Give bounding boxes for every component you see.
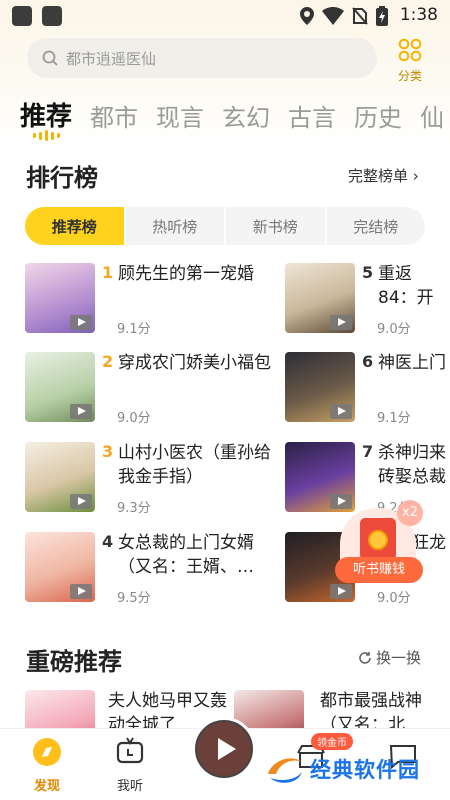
search-input[interactable]: 都市逍遥医仙 bbox=[27, 38, 377, 78]
search-placeholder: 都市逍遥医仙 bbox=[66, 49, 157, 68]
list-item[interactable]: 4 女总裁的上门女婿（又名：王婿、… 9.5分 bbox=[25, 532, 265, 612]
multiplier-badge: x2 bbox=[397, 500, 423, 526]
play-icon bbox=[70, 494, 92, 509]
tab-recommend[interactable]: 推荐 bbox=[20, 96, 72, 133]
audio-player-button[interactable] bbox=[192, 717, 256, 781]
rank-number: 3 bbox=[102, 442, 114, 461]
rank-number: 1 bbox=[102, 263, 114, 282]
listen-earn-label: 听书赚钱 bbox=[335, 557, 423, 583]
notification-icon bbox=[42, 6, 62, 26]
channel-tabs: 推荐 都市 现言 玄幻 古言 历史 仙 bbox=[20, 96, 444, 133]
ranking-title: 排行榜 bbox=[26, 164, 98, 192]
tab-history[interactable]: 历史 bbox=[354, 98, 402, 133]
ranking-subtabs: 推荐榜 热听榜 新书榜 完结榜 bbox=[25, 207, 425, 245]
play-icon bbox=[70, 584, 92, 599]
rank-number: 2 bbox=[102, 352, 114, 371]
tv-icon bbox=[116, 737, 144, 764]
list-item[interactable]: 6 神医上门 9.1分 bbox=[285, 352, 450, 432]
recommend-title: 重磅推荐 bbox=[26, 648, 122, 676]
rank-number: 6 bbox=[362, 352, 374, 371]
subtab-new[interactable]: 新书榜 bbox=[226, 207, 327, 245]
active-tab-indicator bbox=[33, 130, 60, 141]
subtab-complete[interactable]: 完结榜 bbox=[327, 207, 426, 245]
list-item[interactable]: 1 顾先生的第一宠婚 9.1分 bbox=[25, 263, 265, 343]
subtab-hot[interactable]: 热听榜 bbox=[126, 207, 226, 245]
nav-my-listening[interactable]: 我听 bbox=[100, 737, 160, 794]
play-icon bbox=[197, 722, 251, 776]
coin-icon bbox=[368, 530, 388, 550]
play-icon bbox=[70, 404, 92, 419]
play-icon bbox=[330, 315, 352, 330]
book-title: 山村小医农（重孙给我金手指） bbox=[118, 443, 271, 487]
book-title: 重返84：开始致富 bbox=[378, 264, 434, 308]
nav-discover[interactable]: 发现 bbox=[17, 737, 77, 794]
book-score: 9.0分 bbox=[377, 591, 411, 606]
tab-city[interactable]: 都市 bbox=[90, 98, 138, 133]
list-item[interactable]: 2 穿成农门娇美小福包 9.0分 bbox=[25, 352, 271, 432]
grid-icon bbox=[398, 38, 422, 62]
discover-icon bbox=[33, 738, 61, 766]
watermark: 经典软件园 bbox=[266, 752, 420, 786]
rank-number: 7 bbox=[362, 442, 374, 461]
book-title: 神医上门 bbox=[378, 353, 446, 373]
book-title: 穿成农门娇美小福包 bbox=[118, 353, 271, 373]
list-item[interactable]: 3 山村小医农（重孙给我金手指） 9.3分 bbox=[25, 442, 271, 522]
status-bar: 1:38 bbox=[0, 0, 450, 32]
tab-ancient-romance[interactable]: 古言 bbox=[288, 98, 336, 133]
notification-icon bbox=[12, 6, 32, 26]
clock: 1:38 bbox=[399, 5, 438, 25]
rank-number: 5 bbox=[362, 263, 374, 282]
book-title: 女总裁的上门女婿（又名：王婿、… bbox=[118, 533, 254, 577]
play-icon bbox=[330, 404, 352, 419]
chevron-right-icon: › bbox=[408, 167, 419, 185]
book-score: 9.0分 bbox=[117, 411, 151, 426]
book-score: 9.1分 bbox=[377, 411, 411, 426]
refresh-button[interactable]: 换一换 bbox=[358, 647, 421, 668]
tab-xian[interactable]: 仙 bbox=[420, 98, 444, 133]
book-cover bbox=[25, 263, 95, 333]
book-title: 顾先生的第一宠婚 bbox=[118, 264, 254, 284]
no-sim-icon bbox=[352, 7, 368, 25]
book-title[interactable]: 都市最强战神（又名：北 bbox=[320, 689, 430, 729]
book-cover bbox=[285, 352, 355, 422]
book-score: 9.3分 bbox=[117, 501, 151, 516]
book-score: 9.1分 bbox=[117, 322, 151, 337]
list-item[interactable]: 5 重返84：开始致富 9.0分 bbox=[285, 263, 450, 343]
book-score: 9.0分 bbox=[377, 322, 411, 337]
tab-modern-romance[interactable]: 现言 bbox=[156, 98, 204, 133]
refresh-icon bbox=[359, 651, 371, 664]
tab-fantasy[interactable]: 玄幻 bbox=[222, 98, 270, 133]
rank-number: 4 bbox=[102, 532, 114, 551]
book-title: 杀神归来砖娶总裁 bbox=[378, 443, 446, 487]
category-button[interactable]: 分类 bbox=[392, 38, 428, 84]
category-label: 分类 bbox=[397, 69, 422, 83]
book-score: 9.5分 bbox=[117, 591, 151, 606]
search-icon bbox=[42, 50, 58, 66]
coin-badge: 领金币 bbox=[311, 733, 353, 750]
listen-earn-widget[interactable]: x2 听书赚钱 bbox=[335, 496, 425, 586]
book-cover bbox=[25, 442, 95, 512]
full-ranking-link[interactable]: 完整榜单 › bbox=[348, 165, 419, 186]
book-cover bbox=[25, 352, 95, 422]
play-icon bbox=[330, 584, 352, 599]
book-cover bbox=[25, 532, 95, 602]
location-icon bbox=[300, 7, 314, 25]
watermark-logo-icon bbox=[268, 758, 302, 783]
wifi-icon bbox=[322, 7, 344, 25]
play-icon bbox=[70, 315, 92, 330]
subtab-recommend[interactable]: 推荐榜 bbox=[25, 207, 126, 245]
battery-icon bbox=[376, 6, 388, 26]
book-cover bbox=[285, 263, 355, 333]
